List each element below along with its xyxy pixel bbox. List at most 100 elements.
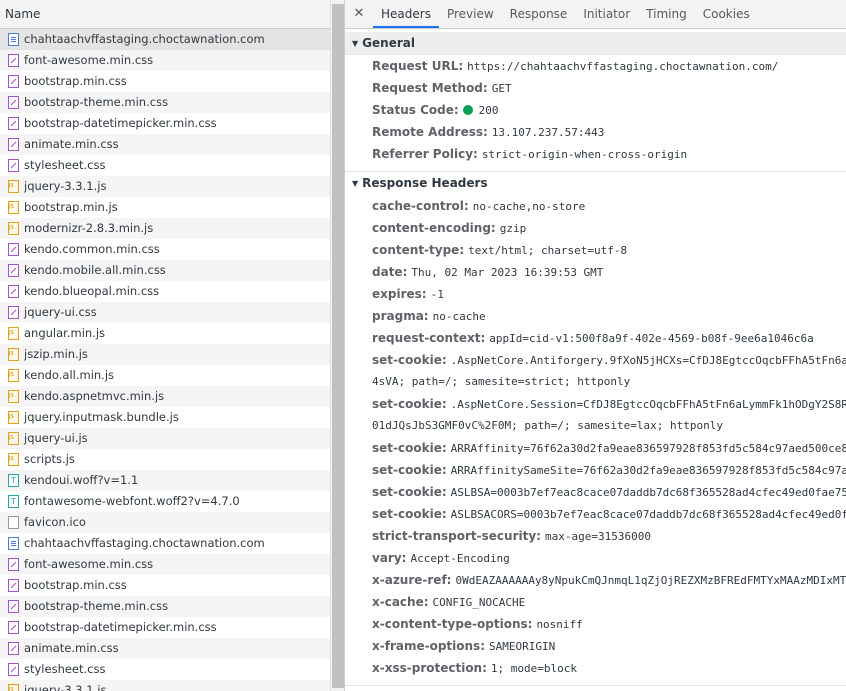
header-name: date: bbox=[372, 265, 408, 279]
header-value: -1 bbox=[430, 288, 444, 301]
request-name: jszip.min.js bbox=[24, 347, 88, 361]
response-header-row: set-cookie: ARRAffinity=76f62a30d2fa9eae8… bbox=[345, 437, 846, 459]
response-header-row: x-xss-protection: 1; mode=block bbox=[345, 657, 846, 679]
status-code-value: 200 bbox=[478, 104, 499, 117]
request-name: angular.min.js bbox=[24, 326, 106, 340]
response-header-row: cache-control: no-cache,no-store bbox=[345, 195, 846, 217]
tab-initiator[interactable]: Initiator bbox=[575, 0, 638, 28]
request-name: font-awesome.min.css bbox=[24, 53, 154, 67]
request-row[interactable]: jquery-3.3.1.js bbox=[0, 176, 330, 197]
header-name: set-cookie: bbox=[372, 397, 447, 411]
request-row[interactable]: bootstrap.min.css bbox=[0, 71, 330, 92]
request-list-scrollbar[interactable] bbox=[330, 0, 344, 691]
request-row[interactable]: animate.min.css bbox=[0, 638, 330, 659]
request-row[interactable]: jquery-3.3.1.js bbox=[0, 680, 330, 691]
request-row[interactable]: chahtaachvffastaging.choctawnation.com bbox=[0, 533, 330, 554]
request-row[interactable]: jquery-ui.js bbox=[0, 428, 330, 449]
response-headers-section-header[interactable]: ▼ Response Headers bbox=[345, 172, 846, 195]
header-value: appId=cid-v1:500f8a9f-402e-4569-b08f-9ee… bbox=[489, 332, 814, 345]
request-row[interactable]: kendoui.woff?v=1.1 bbox=[0, 470, 330, 491]
header-value: 1; mode=block bbox=[490, 662, 577, 675]
header-name: x-cache: bbox=[372, 595, 429, 609]
request-row[interactable]: kendo.all.min.js bbox=[0, 365, 330, 386]
request-row[interactable]: animate.min.css bbox=[0, 134, 330, 155]
request-row[interactable]: kendo.blueopal.min.css bbox=[0, 281, 330, 302]
request-row[interactable]: bootstrap-datetimepicker.min.css bbox=[0, 113, 330, 134]
response-header-row: x-content-type-options: nosniff bbox=[345, 613, 846, 635]
response-header-row: date: Thu, 02 Mar 2023 16:39:53 GMT bbox=[345, 261, 846, 283]
request-row[interactable]: kendo.common.min.css bbox=[0, 239, 330, 260]
request-name: jquery-3.3.1.js bbox=[24, 179, 107, 193]
scrollbar-thumb[interactable] bbox=[332, 4, 344, 688]
header-value-continuation: 01dJQsJbS3GMF0vC%2F0M; path=/; samesite=… bbox=[372, 419, 723, 432]
stylesheet-icon bbox=[8, 621, 19, 634]
request-row[interactable]: jquery.inputmask.bundle.js bbox=[0, 407, 330, 428]
request-row[interactable]: modernizr-2.8.3.min.js bbox=[0, 218, 330, 239]
request-name: bootstrap.min.css bbox=[24, 578, 127, 592]
request-name: jquery.inputmask.bundle.js bbox=[24, 410, 179, 424]
header-value: Accept-Encoding bbox=[410, 552, 510, 565]
header-value: Thu, 02 Mar 2023 16:39:53 GMT bbox=[411, 266, 604, 279]
request-row[interactable]: kendo.aspnetmvc.min.js bbox=[0, 386, 330, 407]
close-icon[interactable]: ✕ bbox=[345, 0, 373, 28]
request-row[interactable]: scripts.js bbox=[0, 449, 330, 470]
header-name: strict-transport-security: bbox=[372, 529, 541, 543]
triangle-down-icon: ▼ bbox=[352, 39, 359, 48]
general-section-header[interactable]: ▼ General bbox=[345, 32, 846, 55]
header-name: vary: bbox=[372, 551, 407, 565]
status-code-row: Status Code: 200 bbox=[345, 99, 846, 121]
script-icon bbox=[8, 369, 19, 382]
response-header-row: set-cookie: ASLBSACORS=0003b7ef7eac8cace0… bbox=[345, 503, 846, 525]
request-row[interactable]: bootstrap-theme.min.css bbox=[0, 596, 330, 617]
header-name: request-context: bbox=[372, 331, 486, 345]
header-value: CONFIG_NOCACHE bbox=[432, 596, 526, 609]
header-name: set-cookie: bbox=[372, 353, 447, 367]
request-row[interactable]: fontawesome-webfont.woff2?v=4.7.0 bbox=[0, 491, 330, 512]
response-header-row: vary: Accept-Encoding bbox=[345, 547, 846, 569]
response-header-row: pragma: no-cache bbox=[345, 305, 846, 327]
request-row[interactable]: angular.min.js bbox=[0, 323, 330, 344]
tab-timing[interactable]: Timing bbox=[638, 0, 695, 28]
request-name: bootstrap.min.css bbox=[24, 74, 127, 88]
request-row[interactable]: jszip.min.js bbox=[0, 344, 330, 365]
header-value: 0WdEAZAAAAAAy8yNpukCmQJnmqL1qZjOjREZXMzB… bbox=[455, 574, 846, 587]
request-row[interactable]: stylesheet.css bbox=[0, 659, 330, 680]
stylesheet-icon bbox=[8, 600, 19, 613]
details-tab-bar: ✕ Headers Preview Response Initiator Timing C… bbox=[345, 0, 846, 29]
request-row[interactable]: favicon.ico bbox=[0, 512, 330, 533]
request-row[interactable]: chahtaachvffastaging.choctawnation.com bbox=[0, 29, 330, 50]
tab-headers[interactable]: Headers bbox=[373, 0, 439, 28]
request-row[interactable]: bootstrap-theme.min.css bbox=[0, 92, 330, 113]
request-row[interactable]: stylesheet.css bbox=[0, 155, 330, 176]
request-row[interactable]: bootstrap.min.css bbox=[0, 575, 330, 596]
tab-preview[interactable]: Preview bbox=[439, 0, 502, 28]
request-row[interactable]: bootstrap.min.js bbox=[0, 197, 330, 218]
header-value: max-age=31536000 bbox=[544, 530, 651, 543]
script-icon bbox=[8, 684, 19, 691]
tab-cookies[interactable]: Cookies bbox=[695, 0, 758, 28]
request-row[interactable]: jquery-ui.css bbox=[0, 302, 330, 323]
request-name: bootstrap-theme.min.css bbox=[24, 95, 169, 109]
header-value: text/html; charset=utf-8 bbox=[468, 244, 628, 257]
triangle-down-icon: ▼ bbox=[352, 179, 359, 188]
request-row[interactable]: kendo.mobile.all.min.css bbox=[0, 260, 330, 281]
request-name: bootstrap-datetimepicker.min.css bbox=[24, 116, 217, 130]
stylesheet-icon bbox=[8, 54, 19, 67]
remote-address-row: Remote Address: 13.107.237.57:443 bbox=[345, 121, 846, 143]
stylesheet-icon bbox=[8, 159, 19, 172]
request-name: bootstrap-theme.min.css bbox=[24, 599, 169, 613]
header-name: content-type: bbox=[372, 243, 465, 257]
stylesheet-icon bbox=[8, 138, 19, 151]
request-row[interactable]: bootstrap-datetimepicker.min.css bbox=[0, 617, 330, 638]
header-value: ARRAffinity=76f62a30d2fa9eae836597928f85… bbox=[450, 442, 846, 455]
stylesheet-icon bbox=[8, 96, 19, 109]
request-row[interactable]: font-awesome.min.css bbox=[0, 554, 330, 575]
request-name: chahtaachvffastaging.choctawnation.com bbox=[24, 32, 265, 46]
name-column-header[interactable]: Name bbox=[0, 0, 330, 29]
tab-response[interactable]: Response bbox=[502, 0, 576, 28]
stylesheet-icon bbox=[8, 642, 19, 655]
request-list: chahtaachvffastaging.choctawnation.com fo… bbox=[0, 29, 330, 691]
request-row[interactable]: font-awesome.min.css bbox=[0, 50, 330, 71]
response-header-row: x-azure-ref: 0WdEAZAAAAAAy8yNpukCmQJnmqL1… bbox=[345, 569, 846, 591]
response-header-row: content-type: text/html; charset=utf-8 bbox=[345, 239, 846, 261]
